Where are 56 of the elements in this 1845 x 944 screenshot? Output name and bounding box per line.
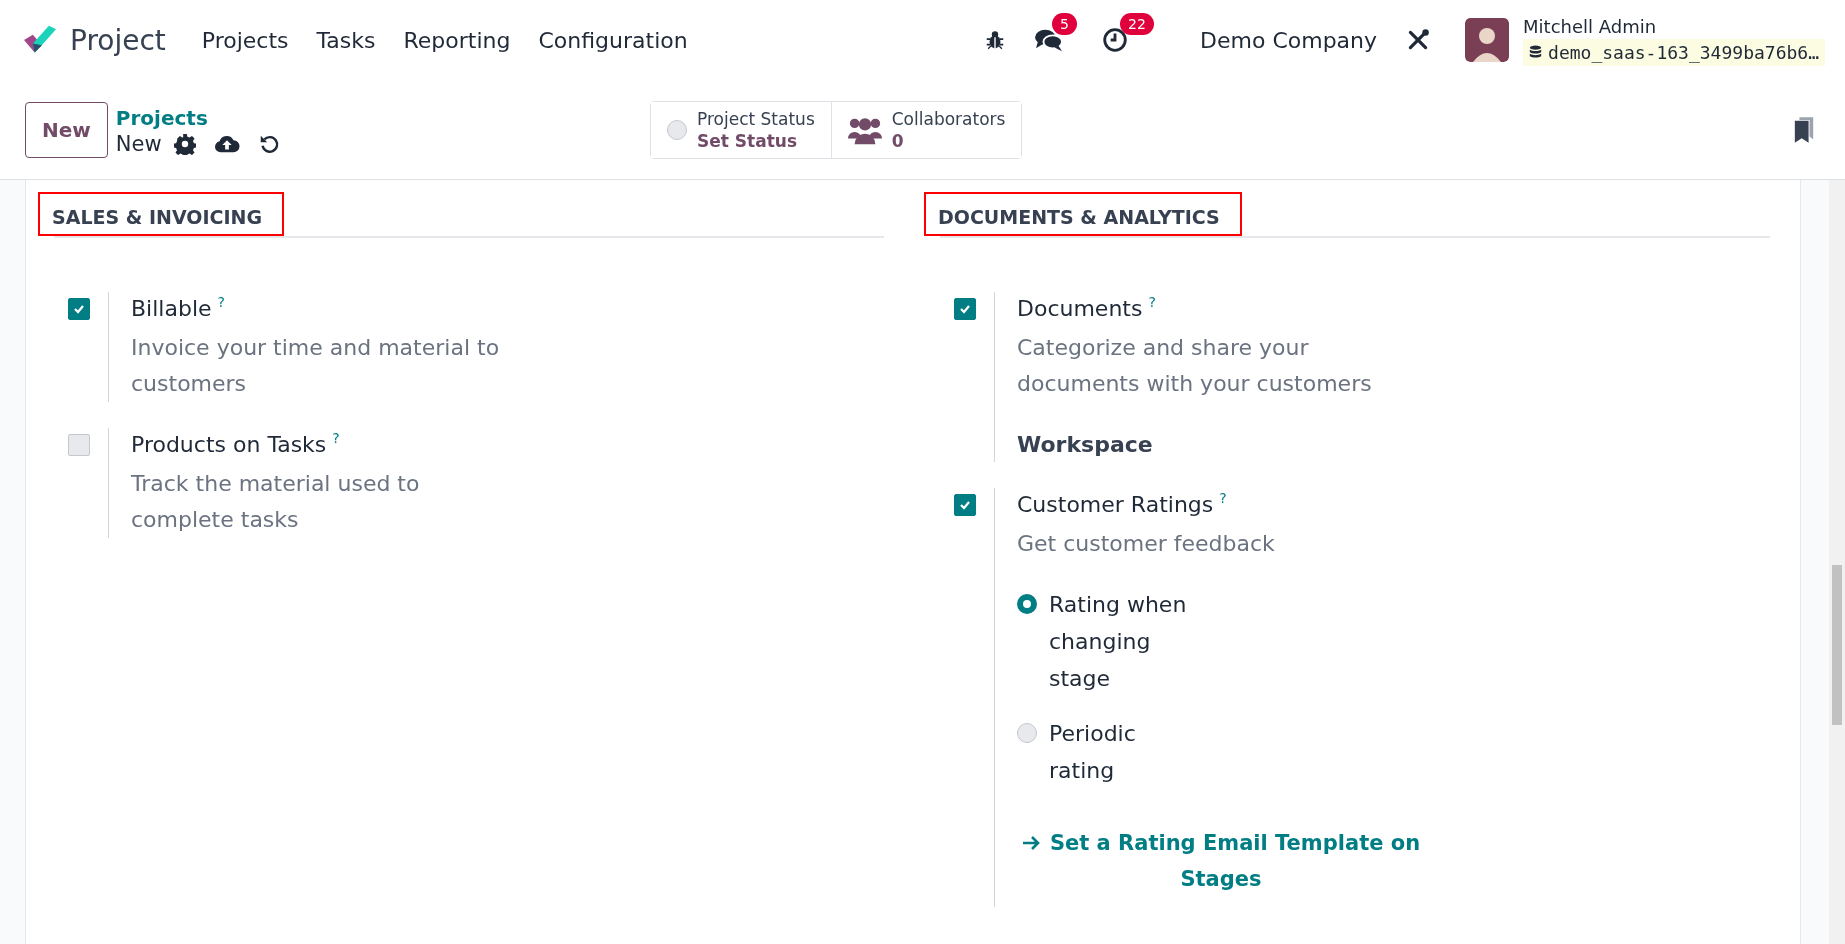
avatar-icon[interactable]	[1465, 18, 1510, 62]
checkbox[interactable]	[68, 434, 90, 456]
checkmark-icon	[959, 303, 971, 315]
arrow-right-icon	[1021, 835, 1042, 851]
stat-label: Collaborators	[891, 107, 1006, 130]
radio-label: Periodic rating	[1049, 720, 1137, 785]
company-switcher[interactable]: Demo Company	[1200, 27, 1378, 53]
help-tooltip-mark[interactable]: ?	[332, 428, 340, 448]
help-tooltip-mark[interactable]: ?	[1219, 488, 1227, 508]
checkbox[interactable]	[954, 494, 976, 516]
app-name[interactable]: Project	[70, 23, 166, 57]
record-title: New	[115, 131, 162, 156]
radio-label: Rating when changing stage	[1049, 591, 1188, 693]
menu-item[interactable]: Reporting	[403, 27, 511, 53]
stat-value: 0	[891, 129, 905, 152]
project-status-button[interactable]: Project Status Set Status	[651, 101, 832, 158]
clock-icon[interactable]	[1102, 27, 1129, 53]
help-tooltip-mark[interactable]: ?	[217, 292, 225, 312]
message-count-badge: 5	[1052, 13, 1077, 35]
checkmark-icon	[73, 303, 85, 315]
checkbox[interactable]	[954, 298, 976, 320]
section-title: SALES & INVOICING	[38, 192, 285, 236]
menu-item[interactable]: Configuration	[538, 27, 688, 53]
chat-icon[interactable]	[1034, 27, 1065, 53]
bookmarks-icon[interactable]	[1793, 115, 1815, 144]
stat-label: Project Status	[697, 107, 815, 130]
database-icon	[1529, 44, 1543, 60]
settings-icon[interactable]	[173, 132, 196, 155]
cloud-upload-icon[interactable]	[213, 133, 240, 154]
setting-label: Documents	[1017, 295, 1143, 323]
section-title: DOCUMENTS & ANALYTICS	[924, 192, 1242, 236]
scrollbar[interactable]	[1829, 180, 1845, 944]
setting-label: Products on Tasks	[131, 431, 327, 459]
status-dot	[667, 119, 687, 140]
menu-item[interactable]: Tasks	[316, 27, 376, 53]
field-label: Workspace	[1017, 431, 1154, 459]
setting-description: Categorize and share your documents with your customers	[1017, 334, 1373, 398]
checkbox[interactable]	[68, 298, 90, 320]
setting-label: Customer Ratings	[1017, 491, 1214, 519]
rating-template-link[interactable]: Set a Rating Email Template on Stages	[1021, 825, 1421, 897]
stat-value: Set Status	[697, 129, 798, 152]
setting-description: Get customer feedback	[1017, 530, 1276, 558]
user-name[interactable]: Mitchell Admin	[1523, 14, 1825, 39]
new-button[interactable]: New	[25, 101, 108, 158]
radio-button[interactable]	[1017, 723, 1037, 743]
setting-label: Billable	[131, 295, 212, 323]
help-tooltip-mark[interactable]: ?	[1148, 292, 1156, 312]
checkmark-icon	[959, 499, 971, 511]
setting-description: Invoice your time and material to customers	[131, 334, 501, 398]
menu-item[interactable]: Projects	[201, 27, 289, 53]
setting-description: Track the material used to complete tasks	[131, 470, 421, 534]
database-name: demo_saas-163_3499ba76b6…	[1523, 38, 1825, 66]
breadcrumb-link[interactable]: Projects	[115, 103, 280, 132]
activity-count-badge: 22	[1120, 13, 1154, 35]
scrollbar-thumb[interactable]	[1832, 565, 1842, 725]
radio-button[interactable]	[1017, 594, 1037, 614]
